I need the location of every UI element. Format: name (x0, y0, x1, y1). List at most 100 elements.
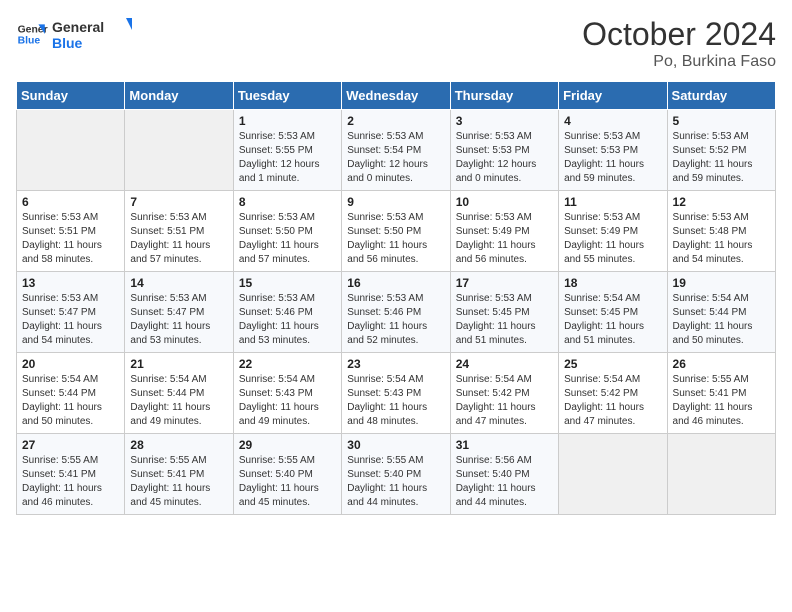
day-number: 25 (564, 357, 661, 371)
day-number: 21 (130, 357, 227, 371)
day-number: 28 (130, 438, 227, 452)
calendar-cell: 20Sunrise: 5:54 AM Sunset: 5:44 PM Dayli… (17, 353, 125, 434)
weekday-header: Wednesday (342, 82, 450, 110)
day-info: Sunrise: 5:53 AM Sunset: 5:52 PM Dayligh… (673, 130, 770, 186)
day-info: Sunrise: 5:53 AM Sunset: 5:46 PM Dayligh… (239, 292, 336, 348)
calendar-cell: 28 Sunrise: 5:55 AM Sunset: 5:41 PM Dayli… (125, 434, 233, 515)
calendar-cell: 29 Sunrise: 5:55 AM Sunset: 5:40 PM Dayli… (233, 434, 341, 515)
day-info: Sunrise: 5:53 AM Sunset: 5:48 PM Dayligh… (673, 211, 770, 267)
location-subtitle: Po, Burkina Faso (582, 53, 776, 71)
month-title: October 2024 (582, 16, 776, 53)
calendar-cell: 21Sunrise: 5:54 AM Sunset: 5:44 PM Dayli… (125, 353, 233, 434)
day-number: 4 (564, 114, 661, 128)
calendar-cell: 1 Sunrise: 5:53 AM Sunset: 5:55 PM Daylig… (233, 110, 341, 191)
calendar-cell: 25 Sunrise: 5:54 AM Sunset: 5:42 PM Dayli… (559, 353, 667, 434)
page-header: General Blue General Blue October 2024 P… (16, 16, 776, 71)
day-number: 7 (130, 195, 227, 209)
day-info: Sunrise: 5:53 AM Sunset: 5:51 PM Dayligh… (22, 211, 119, 267)
day-info: Sunrise: 5:54 AM Sunset: 5:43 PM Dayligh… (347, 373, 444, 429)
day-number: 18 (564, 276, 661, 290)
calendar-cell: 23 Sunrise: 5:54 AM Sunset: 5:43 PM Dayli… (342, 353, 450, 434)
day-info: Sunrise: 5:56 AM Sunset: 5:40 PM Dayligh… (456, 454, 553, 510)
svg-text:Blue: Blue (52, 35, 83, 51)
calendar-week-row: 27 Sunrise: 5:55 AM Sunset: 5:41 PM Dayli… (17, 434, 776, 515)
calendar-cell: 9Sunrise: 5:53 AM Sunset: 5:50 PM Daylig… (342, 191, 450, 272)
day-number: 12 (673, 195, 770, 209)
day-info: Sunrise: 5:53 AM Sunset: 5:49 PM Dayligh… (456, 211, 553, 267)
day-info: Sunrise: 5:55 AM Sunset: 5:41 PM Dayligh… (673, 373, 770, 429)
calendar-cell: 6 Sunrise: 5:53 AM Sunset: 5:51 PM Daylig… (17, 191, 125, 272)
weekday-header: Monday (125, 82, 233, 110)
day-number: 24 (456, 357, 553, 371)
calendar-week-row: 6 Sunrise: 5:53 AM Sunset: 5:51 PM Daylig… (17, 191, 776, 272)
day-info: Sunrise: 5:53 AM Sunset: 5:53 PM Dayligh… (564, 130, 661, 186)
calendar-cell: 18Sunrise: 5:54 AM Sunset: 5:45 PM Dayli… (559, 272, 667, 353)
calendar-week-row: 1 Sunrise: 5:53 AM Sunset: 5:55 PM Daylig… (17, 110, 776, 191)
day-info: Sunrise: 5:55 AM Sunset: 5:40 PM Dayligh… (347, 454, 444, 510)
calendar-cell: 17 Sunrise: 5:53 AM Sunset: 5:45 PM Dayli… (450, 272, 558, 353)
calendar-cell: 12 Sunrise: 5:53 AM Sunset: 5:48 PM Dayli… (667, 191, 775, 272)
day-number: 10 (456, 195, 553, 209)
day-info: Sunrise: 5:53 AM Sunset: 5:55 PM Dayligh… (239, 130, 336, 186)
day-info: Sunrise: 5:55 AM Sunset: 5:40 PM Dayligh… (239, 454, 336, 510)
day-number: 19 (673, 276, 770, 290)
calendar-cell: 5 Sunrise: 5:53 AM Sunset: 5:52 PM Daylig… (667, 110, 775, 191)
day-number: 17 (456, 276, 553, 290)
day-info: Sunrise: 5:53 AM Sunset: 5:50 PM Dayligh… (347, 211, 444, 267)
weekday-header: Thursday (450, 82, 558, 110)
calendar-cell (125, 110, 233, 191)
svg-text:General: General (52, 19, 104, 35)
logo-icon: General Blue (16, 18, 48, 50)
day-number: 3 (456, 114, 553, 128)
calendar-cell: 4 Sunrise: 5:53 AM Sunset: 5:53 PM Daylig… (559, 110, 667, 191)
day-number: 29 (239, 438, 336, 452)
day-info: Sunrise: 5:53 AM Sunset: 5:51 PM Dayligh… (130, 211, 227, 267)
calendar-cell: 27 Sunrise: 5:55 AM Sunset: 5:41 PM Dayli… (17, 434, 125, 515)
calendar-cell: 15 Sunrise: 5:53 AM Sunset: 5:46 PM Dayli… (233, 272, 341, 353)
day-info: Sunrise: 5:54 AM Sunset: 5:43 PM Dayligh… (239, 373, 336, 429)
day-number: 31 (456, 438, 553, 452)
day-number: 2 (347, 114, 444, 128)
logo: General Blue General Blue (16, 16, 132, 52)
calendar-cell: 24Sunrise: 5:54 AM Sunset: 5:42 PM Dayli… (450, 353, 558, 434)
calendar-cell (17, 110, 125, 191)
day-info: Sunrise: 5:53 AM Sunset: 5:46 PM Dayligh… (347, 292, 444, 348)
day-info: Sunrise: 5:53 AM Sunset: 5:53 PM Dayligh… (456, 130, 553, 186)
calendar-cell: 31 Sunrise: 5:56 AM Sunset: 5:40 PM Dayli… (450, 434, 558, 515)
day-info: Sunrise: 5:54 AM Sunset: 5:44 PM Dayligh… (673, 292, 770, 348)
day-number: 14 (130, 276, 227, 290)
calendar-cell: 26 Sunrise: 5:55 AM Sunset: 5:41 PM Dayli… (667, 353, 775, 434)
day-number: 23 (347, 357, 444, 371)
day-number: 26 (673, 357, 770, 371)
calendar-cell: 19 Sunrise: 5:54 AM Sunset: 5:44 PM Dayli… (667, 272, 775, 353)
day-number: 1 (239, 114, 336, 128)
day-info: Sunrise: 5:55 AM Sunset: 5:41 PM Dayligh… (130, 454, 227, 510)
day-info: Sunrise: 5:53 AM Sunset: 5:47 PM Dayligh… (22, 292, 119, 348)
day-number: 30 (347, 438, 444, 452)
day-number: 15 (239, 276, 336, 290)
day-info: Sunrise: 5:54 AM Sunset: 5:42 PM Dayligh… (564, 373, 661, 429)
day-number: 22 (239, 357, 336, 371)
weekday-header: Sunday (17, 82, 125, 110)
calendar-cell: 8Sunrise: 5:53 AM Sunset: 5:50 PM Daylig… (233, 191, 341, 272)
weekday-header-row: SundayMondayTuesdayWednesdayThursdayFrid… (17, 82, 776, 110)
weekday-header: Tuesday (233, 82, 341, 110)
calendar-cell: 16 Sunrise: 5:53 AM Sunset: 5:46 PM Dayli… (342, 272, 450, 353)
title-block: October 2024 Po, Burkina Faso (582, 16, 776, 71)
day-info: Sunrise: 5:55 AM Sunset: 5:41 PM Dayligh… (22, 454, 119, 510)
day-info: Sunrise: 5:53 AM Sunset: 5:45 PM Dayligh… (456, 292, 553, 348)
day-number: 5 (673, 114, 770, 128)
weekday-header: Saturday (667, 82, 775, 110)
calendar-cell: 30 Sunrise: 5:55 AM Sunset: 5:40 PM Dayli… (342, 434, 450, 515)
day-number: 16 (347, 276, 444, 290)
calendar-week-row: 13 Sunrise: 5:53 AM Sunset: 5:47 PM Dayli… (17, 272, 776, 353)
calendar-cell (667, 434, 775, 515)
day-info: Sunrise: 5:54 AM Sunset: 5:44 PM Dayligh… (22, 373, 119, 429)
day-number: 27 (22, 438, 119, 452)
day-number: 13 (22, 276, 119, 290)
calendar-cell: 13 Sunrise: 5:53 AM Sunset: 5:47 PM Dayli… (17, 272, 125, 353)
weekday-header: Friday (559, 82, 667, 110)
day-number: 6 (22, 195, 119, 209)
day-info: Sunrise: 5:53 AM Sunset: 5:47 PM Dayligh… (130, 292, 227, 348)
day-info: Sunrise: 5:53 AM Sunset: 5:50 PM Dayligh… (239, 211, 336, 267)
